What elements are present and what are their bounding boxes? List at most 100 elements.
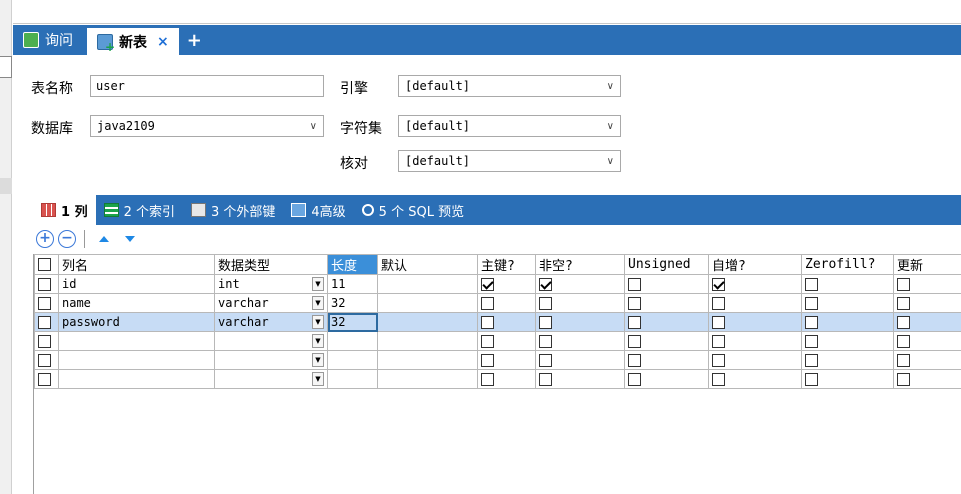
left-panel-input-stub[interactable]: [0, 56, 12, 78]
autoinc-checkbox[interactable]: [708, 331, 802, 351]
notnull-checkbox[interactable]: [535, 369, 625, 389]
update-checkbox[interactable]: [893, 331, 961, 351]
data-type-cell[interactable]: ▼: [214, 369, 328, 389]
add-column-button[interactable]: +: [36, 230, 54, 248]
notnull-checkbox[interactable]: [535, 312, 625, 332]
column-name-cell[interactable]: password: [58, 312, 215, 332]
header-update[interactable]: 更新: [893, 254, 961, 275]
autoinc-checkbox[interactable]: [708, 312, 802, 332]
default-cell[interactable]: [377, 293, 478, 313]
header-autoinc[interactable]: 自增?: [708, 254, 802, 275]
tab-new-table[interactable]: 新表 ×: [87, 28, 179, 55]
table-row[interactable]: password varchar ▼ 32: [34, 312, 961, 332]
table-row[interactable]: name varchar ▼ 32: [34, 293, 961, 313]
header-zerofill[interactable]: Zerofill?: [801, 254, 894, 275]
unsigned-checkbox[interactable]: [624, 350, 709, 370]
tab-indexes[interactable]: 2 个索引: [96, 195, 183, 225]
zerofill-checkbox[interactable]: [801, 274, 894, 294]
table-row[interactable]: ▼: [34, 331, 961, 351]
pk-checkbox[interactable]: [477, 293, 536, 313]
dropdown-arrow-icon[interactable]: ▼: [312, 372, 324, 386]
zerofill-checkbox[interactable]: [801, 293, 894, 313]
length-cell[interactable]: 32: [327, 293, 378, 313]
data-type-cell[interactable]: varchar ▼: [214, 293, 328, 313]
charset-select[interactable]: [default] ∨: [398, 115, 621, 137]
table-name-input[interactable]: user: [90, 75, 324, 97]
data-type-cell[interactable]: ▼: [214, 350, 328, 370]
tab-advanced[interactable]: 4高级: [283, 195, 353, 225]
row-select-checkbox[interactable]: [34, 331, 59, 351]
dropdown-arrow-icon[interactable]: ▼: [312, 277, 324, 291]
length-cell[interactable]: [327, 331, 378, 351]
zerofill-checkbox[interactable]: [801, 350, 894, 370]
update-checkbox[interactable]: [893, 350, 961, 370]
data-type-cell[interactable]: varchar ▼: [214, 312, 328, 332]
collation-select[interactable]: [default] ∨: [398, 150, 621, 172]
dropdown-arrow-icon[interactable]: ▼: [312, 334, 324, 348]
tab-columns[interactable]: 1 列: [33, 195, 96, 225]
unsigned-checkbox[interactable]: [624, 331, 709, 351]
unsigned-checkbox[interactable]: [624, 274, 709, 294]
length-cell[interactable]: 11: [327, 274, 378, 294]
table-row[interactable]: id int ▼ 11: [34, 274, 961, 294]
pk-checkbox[interactable]: [477, 274, 536, 294]
zerofill-checkbox[interactable]: [801, 312, 894, 332]
dropdown-arrow-icon[interactable]: ▼: [312, 315, 324, 329]
header-default[interactable]: 默认: [377, 254, 478, 275]
notnull-checkbox[interactable]: [535, 293, 625, 313]
autoinc-checkbox[interactable]: [708, 350, 802, 370]
update-checkbox[interactable]: [893, 369, 961, 389]
row-select-checkbox[interactable]: [34, 350, 59, 370]
autoinc-checkbox[interactable]: [708, 274, 802, 294]
close-icon[interactable]: ×: [157, 34, 169, 50]
move-down-icon[interactable]: [125, 236, 135, 242]
notnull-checkbox[interactable]: [535, 331, 625, 351]
column-name-cell[interactable]: [58, 331, 215, 351]
header-type[interactable]: 数据类型: [214, 254, 328, 275]
unsigned-checkbox[interactable]: [624, 369, 709, 389]
default-cell[interactable]: [377, 331, 478, 351]
add-tab-button[interactable]: +: [179, 25, 210, 55]
update-checkbox[interactable]: [893, 293, 961, 313]
column-name-cell[interactable]: id: [58, 274, 215, 294]
row-select-checkbox[interactable]: [34, 312, 59, 332]
header-name[interactable]: 列名: [58, 254, 215, 275]
header-length[interactable]: 长度: [327, 254, 378, 275]
table-row[interactable]: ▼: [34, 369, 961, 389]
notnull-checkbox[interactable]: [535, 350, 625, 370]
unsigned-checkbox[interactable]: [624, 293, 709, 313]
row-select-checkbox[interactable]: [34, 274, 59, 294]
length-cell[interactable]: 32: [327, 312, 378, 332]
pk-checkbox[interactable]: [477, 369, 536, 389]
zerofill-checkbox[interactable]: [801, 331, 894, 351]
default-cell[interactable]: [377, 274, 478, 294]
header-notnull[interactable]: 非空?: [535, 254, 625, 275]
row-select-checkbox[interactable]: [34, 369, 59, 389]
autoinc-checkbox[interactable]: [708, 369, 802, 389]
row-select-checkbox[interactable]: [34, 293, 59, 313]
unsigned-checkbox[interactable]: [624, 312, 709, 332]
select-all-checkbox[interactable]: [34, 254, 59, 275]
pk-checkbox[interactable]: [477, 350, 536, 370]
header-unsigned[interactable]: Unsigned: [624, 254, 709, 275]
table-row[interactable]: ▼: [34, 350, 961, 370]
data-type-cell[interactable]: int ▼: [214, 274, 328, 294]
zerofill-checkbox[interactable]: [801, 369, 894, 389]
column-name-cell[interactable]: [58, 369, 215, 389]
update-checkbox[interactable]: [893, 274, 961, 294]
engine-select[interactable]: [default] ∨: [398, 75, 621, 97]
tab-foreign-keys[interactable]: 3 个外部键: [183, 195, 283, 225]
data-type-cell[interactable]: ▼: [214, 331, 328, 351]
header-pk[interactable]: 主键?: [477, 254, 536, 275]
dropdown-arrow-icon[interactable]: ▼: [312, 296, 324, 310]
default-cell[interactable]: [377, 369, 478, 389]
autoinc-checkbox[interactable]: [708, 293, 802, 313]
column-name-cell[interactable]: name: [58, 293, 215, 313]
length-cell[interactable]: [327, 369, 378, 389]
tab-query[interactable]: 询问: [13, 25, 83, 55]
database-select[interactable]: java2109 ∨: [90, 115, 324, 137]
pk-checkbox[interactable]: [477, 331, 536, 351]
move-up-icon[interactable]: [99, 236, 109, 242]
length-cell[interactable]: [327, 350, 378, 370]
default-cell[interactable]: [377, 350, 478, 370]
